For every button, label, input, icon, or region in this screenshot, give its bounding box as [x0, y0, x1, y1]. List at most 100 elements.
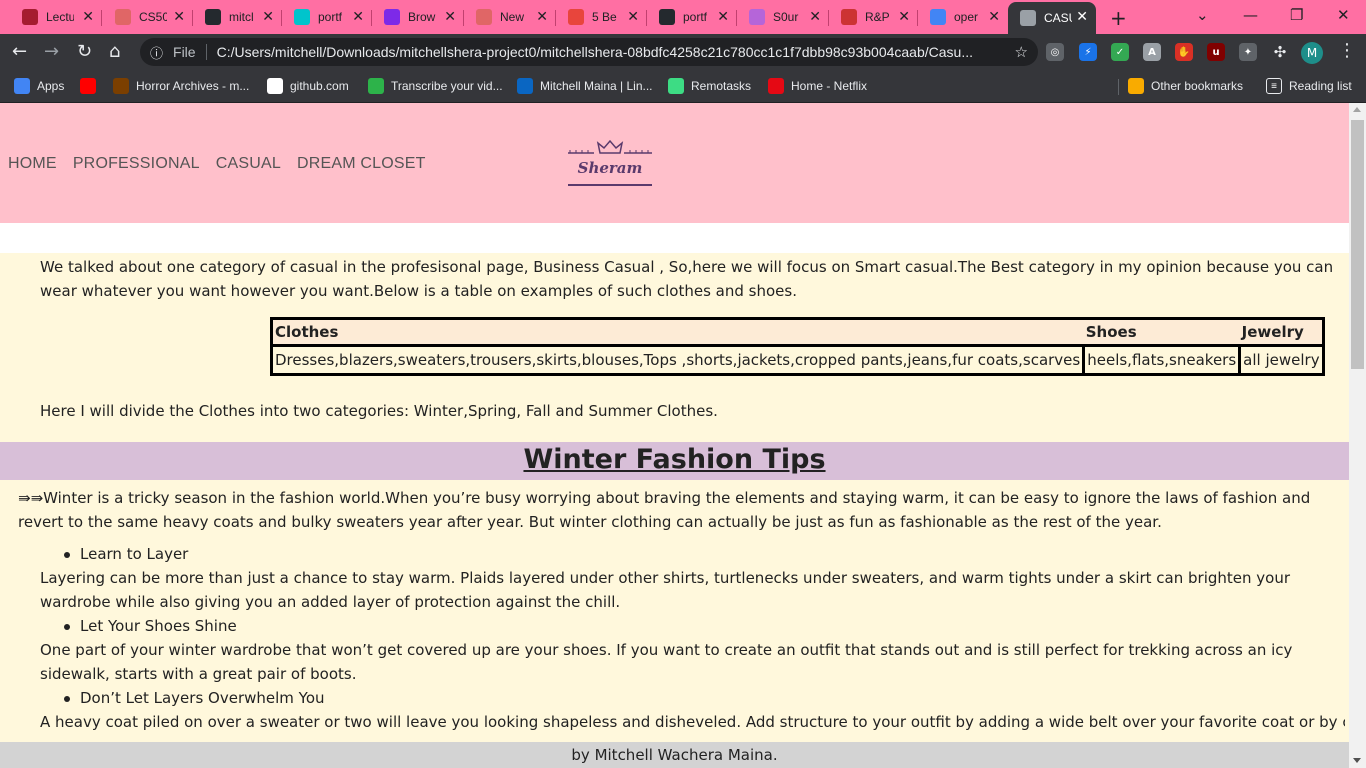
bookmark-item[interactable]: Mitchell Maina | Lin...: [517, 76, 653, 96]
close-tab-icon[interactable]: ✕: [262, 9, 274, 25]
tab-search-icon[interactable]: ⌄: [1196, 6, 1209, 24]
scrollbar-thumb[interactable]: [1351, 120, 1364, 369]
close-tab-icon[interactable]: ✕: [1076, 9, 1088, 25]
extension-icon[interactable]: ⚡: [1079, 43, 1097, 61]
browser-toolbar: ← → ↻ ⌂ ⓘ File C:/Users/mitchell/Downloa…: [0, 34, 1366, 70]
bookmark-item[interactable]: Apps: [14, 76, 64, 96]
page-scrollbar[interactable]: [1349, 103, 1366, 768]
bookmarks-bar: Apps Horror Archives - m... github.com Tran…: [0, 70, 1366, 103]
close-tab-icon[interactable]: ✕: [173, 9, 185, 25]
bookmark-label: Remotasks: [691, 79, 752, 93]
tab-title: portf: [318, 10, 343, 24]
back-arrow-icon[interactable]: ←: [12, 41, 27, 63]
remotasks-icon: [668, 78, 684, 94]
browser-tab[interactable]: oper ✕: [918, 2, 1008, 32]
close-tab-icon[interactable]: ✕: [898, 9, 910, 25]
forward-arrow-icon[interactable]: →: [44, 41, 59, 63]
globe-icon: [476, 9, 492, 25]
close-tab-icon[interactable]: ✕: [536, 9, 548, 25]
browser-tab[interactable]: Lectu ✕: [10, 2, 102, 32]
tab-title: oper: [954, 10, 979, 24]
browser-tab[interactable]: 5 Be ✕: [556, 2, 647, 32]
close-tab-icon[interactable]: ✕: [352, 9, 364, 25]
bookmark-item[interactable]: Remotasks: [668, 76, 751, 96]
other-bookmarks-label: Other bookmarks: [1151, 79, 1244, 93]
bookmark-star-icon[interactable]: ☆: [1015, 43, 1028, 61]
omnibox-divider: [205, 44, 207, 60]
tab-title: Lectu: [46, 10, 74, 24]
nav-casual-link[interactable]: CASUAL: [216, 155, 281, 173]
harvard-icon: [22, 9, 38, 25]
scroll-down-arrow-icon[interactable]: [1353, 758, 1361, 763]
browser-tab[interactable]: Brow ✕: [372, 2, 464, 32]
extension-icon[interactable]: ◎: [1046, 43, 1064, 61]
bookmark-label: github.com: [290, 79, 349, 93]
browser-tab[interactable]: R&P ✕: [829, 2, 918, 32]
scroll-up-arrow-icon[interactable]: [1353, 107, 1361, 112]
site-logo[interactable]: Sheram: [566, 139, 654, 187]
nav-professional-link[interactable]: PROFESSIONAL: [73, 155, 200, 173]
browser-tab[interactable]: S0ur ✕: [737, 2, 829, 32]
bookmark-item[interactable]: Transcribe your vid...: [368, 76, 503, 96]
tab-title: mitcl: [229, 10, 254, 24]
page-footer: by Mitchell Wachera Maina.: [0, 742, 1349, 768]
reload-icon[interactable]: ↻: [77, 41, 92, 63]
browser-tab[interactable]: CS50 ✕: [103, 2, 193, 32]
url-text[interactable]: C:/Users/mitchell/Downloads/mitchellsher…: [217, 44, 977, 60]
bookmark-label: Horror Archives - m...: [136, 79, 250, 93]
tab-separator: [101, 10, 102, 26]
tab-title: CASU: [1044, 11, 1072, 25]
bookmark-item[interactable]: Home - Netflix: [768, 76, 867, 96]
new-tab-button[interactable]: +: [1110, 6, 1127, 30]
site-info-icon[interactable]: ⓘ: [150, 43, 163, 62]
menu-dots-icon[interactable]: ⋮: [1338, 40, 1356, 61]
nav-dream-closet-link[interactable]: DREAM CLOSET: [297, 155, 426, 173]
ublock-icon[interactable]: u: [1207, 43, 1225, 61]
avatar[interactable]: M: [1301, 42, 1323, 64]
canva-icon: [384, 9, 400, 25]
extension-icon[interactable]: A: [1143, 43, 1161, 61]
browser-tab[interactable]: portf ✕: [647, 2, 737, 32]
browser-tab[interactable]: portf ✕: [282, 2, 372, 32]
address-bar[interactable]: ⓘ File C:/Users/mitchell/Downloads/mitch…: [140, 38, 1038, 66]
table-header-jewelry: Jewelry: [1239, 317, 1325, 346]
shield-icon[interactable]: ✓: [1111, 43, 1129, 61]
nav-home-link[interactable]: HOME: [8, 155, 57, 173]
page-viewport: HOME PROFESSIONAL CASUAL DREAM CLOSET Sh…: [0, 103, 1349, 768]
bookmark-item[interactable]: github.com: [267, 76, 349, 96]
table-cell-clothes: Dresses,blazers,sweaters,trousers,skirts…: [269, 344, 1086, 376]
other-bookmarks[interactable]: Other bookmarks: [1128, 76, 1243, 96]
winter-tips-title: Winter Fashion Tips: [523, 444, 826, 475]
globe-icon: [115, 9, 131, 25]
close-tab-icon[interactable]: ✕: [444, 9, 456, 25]
table-cell-jewelry: all jewelry: [1238, 344, 1325, 376]
close-tab-icon[interactable]: ✕: [988, 9, 1000, 25]
extensions-puzzle-icon[interactable]: ✣: [1271, 43, 1289, 61]
browser-tab[interactable]: mitcl ✕: [193, 2, 282, 32]
reading-list[interactable]: ≡ Reading list: [1266, 76, 1352, 96]
tab-title: Brow: [408, 10, 436, 24]
list-item: Learn to Layer: [63, 542, 188, 566]
tip-paragraph: Layering can be more than just a chance …: [40, 569, 1291, 611]
close-window-button[interactable]: ✕: [1337, 6, 1350, 24]
close-tab-icon[interactable]: ✕: [717, 9, 729, 25]
tab-title: 5 Be: [592, 10, 617, 24]
folder-icon: [1128, 78, 1144, 94]
table-header-clothes: Clothes: [269, 317, 1084, 346]
intro-paragraph: We talked about one category of casual i…: [40, 258, 1334, 300]
extension-icon[interactable]: ✦: [1239, 43, 1257, 61]
browser-tab[interactable]: CASU ✕: [1008, 2, 1096, 34]
close-tab-icon[interactable]: ✕: [627, 9, 639, 25]
adblock-icon[interactable]: ✋: [1175, 43, 1193, 61]
browser-tab[interactable]: New ✕: [464, 2, 556, 32]
bookmark-item[interactable]: [80, 76, 103, 96]
close-tab-icon[interactable]: ✕: [82, 9, 94, 25]
minimize-button[interactable]: —: [1243, 6, 1258, 24]
bookmark-item[interactable]: Horror Archives - m...: [113, 76, 249, 96]
home-icon[interactable]: ⌂: [109, 41, 120, 63]
winter-tips-band: Winter Fashion Tips: [0, 442, 1349, 480]
close-tab-icon[interactable]: ✕: [809, 9, 821, 25]
canva-icon: [294, 9, 310, 25]
horror-icon: [113, 78, 129, 94]
restore-button[interactable]: ❐: [1290, 6, 1303, 24]
